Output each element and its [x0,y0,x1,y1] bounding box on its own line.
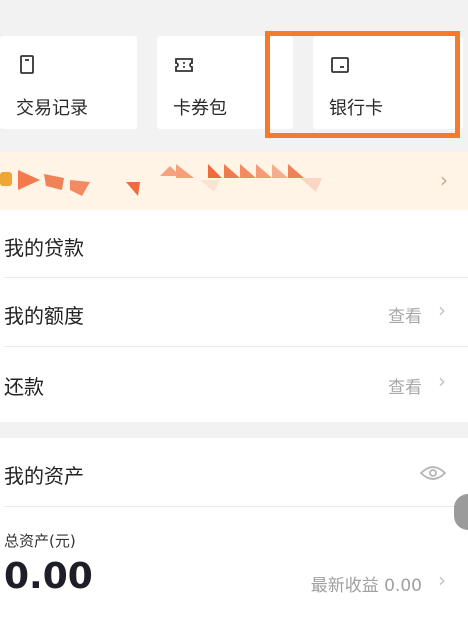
bankcard-card[interactable]: 银行卡 [313,36,463,129]
quota-row[interactable]: 我的额度 查看 › [0,278,468,346]
divider [4,506,468,507]
chevron-right-icon: › [438,298,446,322]
coupons-label: 卡券包 [173,98,227,119]
loan-header: 我的贷款 [0,210,468,278]
promo-banner[interactable]: › [0,152,468,210]
chevron-right-icon: › [438,568,446,592]
card-icon [331,57,349,73]
bankcard-label: 银行卡 [329,98,383,119]
eye-icon[interactable] [420,465,446,481]
transactions-card[interactable]: 交易记录 [0,36,137,129]
wallet-page: 交易记录 卡券包 银行卡 › 我的贷款 我的额度 查看 › 还款 查看 › 我的… [0,0,468,617]
repay-row[interactable]: 还款 查看 › [0,347,468,419]
chevron-right-icon: › [438,369,446,393]
ticket-icon [175,58,193,72]
asset-header: 我的资产 [0,438,468,506]
loan-title: 我的贷款 [4,236,84,260]
receipt-icon [20,55,34,74]
repay-view-link[interactable]: 查看 [388,373,422,398]
total-assets-value: 0.00 [4,556,93,597]
repay-label: 还款 [4,375,44,399]
total-assets-label: 总资产(元) [4,532,76,550]
banner-decoration [0,164,322,196]
quota-label: 我的额度 [4,304,84,328]
latest-earnings[interactable]: 最新收益 0.00 [311,571,422,596]
floating-handle[interactable] [454,494,468,530]
asset-section: 我的资产 总资产(元) 0.00 最新收益 0.00 › [0,438,468,617]
chevron-right-icon: › [440,168,448,192]
asset-title: 我的资产 [4,464,84,488]
transactions-label: 交易记录 [16,98,88,119]
coupons-card[interactable]: 卡券包 [157,36,293,129]
loan-section: 我的贷款 我的额度 查看 › 还款 查看 › [0,210,468,422]
quota-view-link[interactable]: 查看 [388,302,422,327]
